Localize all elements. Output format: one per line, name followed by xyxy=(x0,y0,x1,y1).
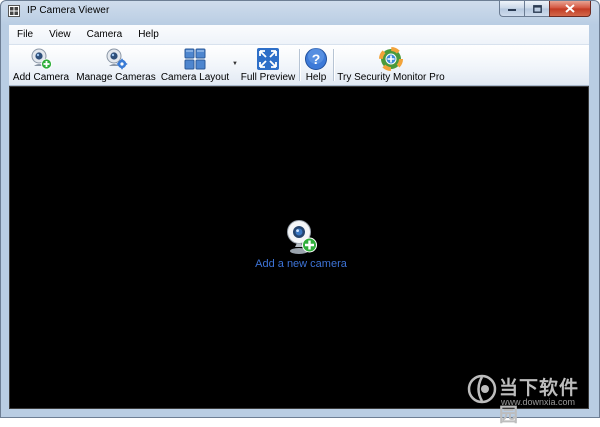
webcam-plus-icon xyxy=(287,220,317,254)
title-bar[interactable]: IP Camera Viewer xyxy=(1,1,599,23)
app-icon xyxy=(8,5,20,17)
help-button[interactable]: ? Help xyxy=(303,46,329,84)
svg-text:?: ? xyxy=(312,51,321,67)
downxia-logo-icon xyxy=(467,374,497,404)
question-circle-icon: ? xyxy=(305,48,327,70)
menu-file[interactable]: File xyxy=(9,25,41,44)
maximize-button[interactable] xyxy=(524,1,549,17)
help-label: Help xyxy=(305,72,327,83)
maximize-icon xyxy=(532,4,542,13)
window-title: IP Camera Viewer xyxy=(27,5,110,16)
add-new-camera-label[interactable]: Add a new camera xyxy=(255,258,347,270)
watermark-url: www.downxia.com xyxy=(501,397,576,407)
try-pro-button[interactable]: Try Security Monitor Pro xyxy=(337,46,445,84)
caption-buttons xyxy=(499,1,591,18)
manage-cameras-button[interactable]: Manage Cameras xyxy=(76,46,156,84)
menu-view[interactable]: View xyxy=(41,25,79,44)
add-camera-button[interactable]: Add Camera xyxy=(12,46,70,84)
full-preview-label: Full Preview xyxy=(240,72,296,83)
minimize-icon xyxy=(507,8,516,11)
grid-layout-icon xyxy=(184,48,206,70)
camera-viewport: Add a new camera xyxy=(9,86,589,409)
webcam-plus-icon xyxy=(31,48,52,70)
menu-bar: File View Camera Help xyxy=(9,25,589,44)
camera-layout-button[interactable]: Camera Layout xyxy=(160,46,230,84)
fullscreen-arrows-icon xyxy=(257,48,279,70)
camera-layout-label: Camera Layout xyxy=(160,72,230,83)
add-new-camera-link[interactable]: Add a new camera xyxy=(251,219,351,279)
full-preview-button[interactable]: Full Preview xyxy=(240,46,296,84)
toolbar: Add Camera Manage Cameras Camera Layout … xyxy=(9,44,589,86)
menu-help[interactable]: Help xyxy=(130,25,167,44)
manage-cameras-label: Manage Cameras xyxy=(76,72,156,83)
camera-layout-dropdown-arrow[interactable]: ▼ xyxy=(232,61,238,67)
watermark: 当下软件园 www.downxia.com xyxy=(467,371,593,426)
minimize-button[interactable] xyxy=(499,1,524,17)
lifebuoy-icon xyxy=(379,47,403,71)
toolbar-separator xyxy=(299,49,301,81)
app-window: IP Camera Viewer File View Camera Help A… xyxy=(0,0,600,426)
close-icon xyxy=(565,4,575,13)
close-button[interactable] xyxy=(549,1,591,17)
menu-camera[interactable]: Camera xyxy=(79,25,131,44)
add-camera-label: Add Camera xyxy=(12,72,70,83)
try-pro-label: Try Security Monitor Pro xyxy=(337,72,445,83)
webcam-gear-icon xyxy=(106,48,128,70)
toolbar-separator xyxy=(333,49,335,81)
